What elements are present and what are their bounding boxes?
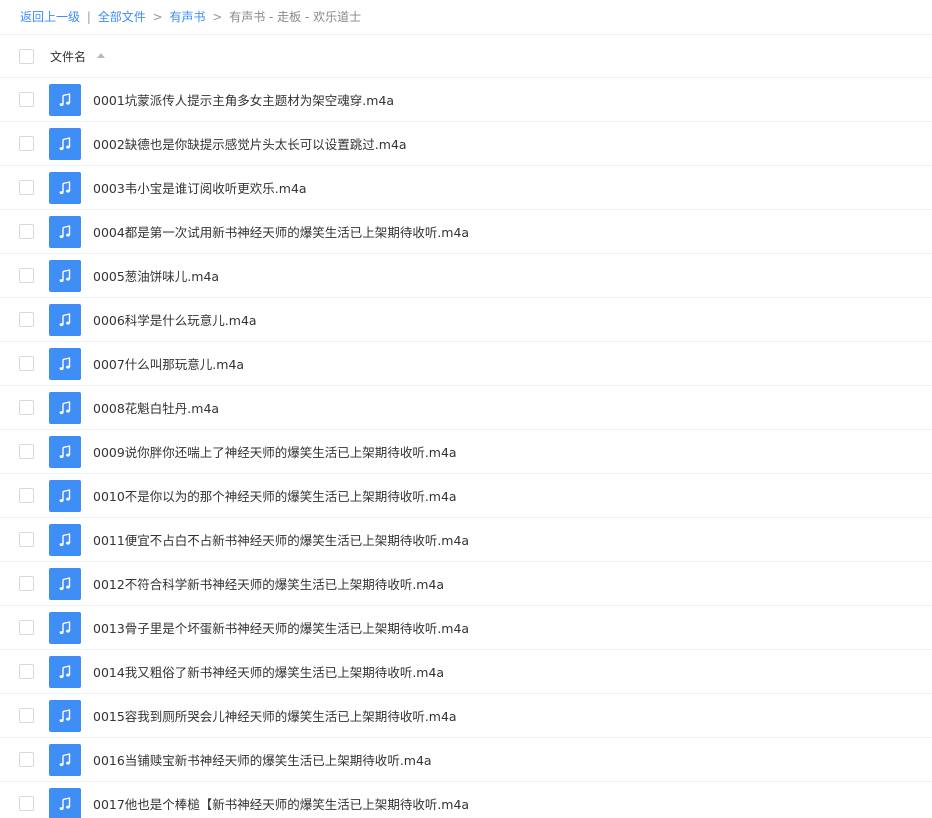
music-note-icon	[49, 655, 81, 688]
file-checkbox[interactable]	[19, 268, 34, 283]
music-note-icon	[49, 215, 81, 248]
file-checkbox[interactable]	[19, 576, 34, 591]
back-link[interactable]: 返回上一级	[20, 10, 80, 24]
file-row[interactable]: 0016当铺赎宝新书神经天师的爆笑生活已上架期待收听.m4a	[0, 738, 932, 782]
file-checkbox[interactable]	[19, 708, 34, 723]
file-name-link[interactable]: 0005葱油饼味儿.m4a	[93, 266, 219, 285]
music-note-icon	[49, 743, 81, 776]
music-note-icon	[49, 259, 81, 292]
file-row[interactable]: 0004都是第一次试用新书神经天师的爆笑生活已上架期待收听.m4a	[0, 210, 932, 254]
music-note-icon	[49, 347, 81, 380]
music-note-icon	[49, 611, 81, 644]
sort-ascending-icon[interactable]	[97, 52, 106, 58]
breadcrumb-current-folder: 有声书 - 走板 - 欢乐道士	[229, 10, 362, 24]
file-name-link[interactable]: 0006科学是什么玩意儿.m4a	[93, 310, 257, 329]
file-name-link[interactable]: 0007什么叫那玩意儿.m4a	[93, 354, 244, 373]
file-row[interactable]: 0015容我到厕所哭会儿神经天师的爆笑生活已上架期待收听.m4a	[0, 694, 932, 738]
file-row[interactable]: 0010不是你以为的那个神经天师的爆笑生活已上架期待收听.m4a	[0, 474, 932, 518]
file-checkbox[interactable]	[19, 180, 34, 195]
file-row[interactable]: 0007什么叫那玩意儿.m4a	[0, 342, 932, 386]
file-name-link[interactable]: 0016当铺赎宝新书神经天师的爆笑生活已上架期待收听.m4a	[93, 750, 432, 769]
filename-column-header[interactable]: 文件名	[50, 48, 86, 65]
file-name-link[interactable]: 0014我又粗俗了新书神经天师的爆笑生活已上架期待收听.m4a	[93, 662, 444, 681]
breadcrumb-arrow: >	[152, 10, 163, 24]
file-checkbox[interactable]	[19, 488, 34, 503]
music-note-icon	[49, 523, 81, 556]
file-row[interactable]: 0006科学是什么玩意儿.m4a	[0, 298, 932, 342]
file-row[interactable]: 0009说你胖你还喘上了神经天师的爆笑生活已上架期待收听.m4a	[0, 430, 932, 474]
breadcrumb-arrow: >	[212, 10, 223, 24]
file-checkbox[interactable]	[19, 664, 34, 679]
file-name-link[interactable]: 0003韦小宝是谁订阅收听更欢乐.m4a	[93, 178, 307, 197]
file-row[interactable]: 0011便宜不占白不占新书神经天师的爆笑生活已上架期待收听.m4a	[0, 518, 932, 562]
file-row[interactable]: 0013骨子里是个坏蛋新书神经天师的爆笑生活已上架期待收听.m4a	[0, 606, 932, 650]
file-checkbox[interactable]	[19, 620, 34, 635]
file-row[interactable]: 0014我又粗俗了新书神经天师的爆笑生活已上架期待收听.m4a	[0, 650, 932, 694]
file-row[interactable]: 0017他也是个棒槌【新书神经天师的爆笑生活已上架期待收听.m4a	[0, 782, 932, 818]
file-list-header: 文件名	[0, 34, 932, 78]
music-note-icon	[49, 127, 81, 160]
breadcrumb-audiobook-link[interactable]: 有声书	[169, 10, 205, 24]
file-name-link[interactable]: 0012不符合科学新书神经天师的爆笑生活已上架期待收听.m4a	[93, 574, 444, 593]
file-checkbox[interactable]	[19, 752, 34, 767]
file-name-link[interactable]: 0002缺德也是你缺提示感觉片头太长可以设置跳过.m4a	[93, 134, 407, 153]
music-note-icon	[49, 567, 81, 600]
file-checkbox[interactable]	[19, 796, 34, 811]
file-checkbox[interactable]	[19, 312, 34, 327]
select-all-checkbox[interactable]	[19, 48, 34, 64]
file-checkbox[interactable]	[19, 136, 34, 151]
all-files-link[interactable]: 全部文件	[98, 10, 146, 24]
file-row[interactable]: 0012不符合科学新书神经天师的爆笑生活已上架期待收听.m4a	[0, 562, 932, 606]
music-note-icon	[49, 479, 81, 512]
file-name-link[interactable]: 0015容我到厕所哭会儿神经天师的爆笑生活已上架期待收听.m4a	[93, 706, 457, 725]
file-checkbox[interactable]	[19, 444, 34, 459]
file-name-link[interactable]: 0001坑蒙派传人提示主角多女主题材为架空魂穿.m4a	[93, 90, 394, 109]
file-row[interactable]: 0001坑蒙派传人提示主角多女主题材为架空魂穿.m4a	[0, 78, 932, 122]
file-name-link[interactable]: 0008花魁白牡丹.m4a	[93, 398, 219, 417]
file-row[interactable]: 0002缺德也是你缺提示感觉片头太长可以设置跳过.m4a	[0, 122, 932, 166]
music-note-icon	[49, 435, 81, 468]
file-checkbox[interactable]	[19, 532, 34, 547]
music-note-icon	[49, 303, 81, 336]
music-note-icon	[49, 391, 81, 424]
music-note-icon	[49, 787, 81, 818]
file-row[interactable]: 0008花魁白牡丹.m4a	[0, 386, 932, 430]
file-list: 0001坑蒙派传人提示主角多女主题材为架空魂穿.m4a 0002缺德也是你缺提示…	[0, 78, 932, 818]
file-name-link[interactable]: 0009说你胖你还喘上了神经天师的爆笑生活已上架期待收听.m4a	[93, 442, 457, 461]
breadcrumb: 返回上一级 | 全部文件 > 有声书 > 有声书 - 走板 - 欢乐道士	[0, 0, 932, 34]
breadcrumb-divider: |	[86, 10, 91, 24]
file-checkbox[interactable]	[19, 400, 34, 415]
file-name-link[interactable]: 0017他也是个棒槌【新书神经天师的爆笑生活已上架期待收听.m4a	[93, 794, 469, 813]
file-checkbox[interactable]	[19, 356, 34, 371]
file-checkbox[interactable]	[19, 224, 34, 239]
music-note-icon	[49, 171, 81, 204]
file-browser: 返回上一级 | 全部文件 > 有声书 > 有声书 - 走板 - 欢乐道士 文件名…	[0, 0, 932, 818]
file-checkbox[interactable]	[19, 92, 34, 107]
file-row[interactable]: 0005葱油饼味儿.m4a	[0, 254, 932, 298]
music-note-icon	[49, 83, 81, 116]
file-name-link[interactable]: 0010不是你以为的那个神经天师的爆笑生活已上架期待收听.m4a	[93, 486, 457, 505]
file-name-link[interactable]: 0011便宜不占白不占新书神经天师的爆笑生活已上架期待收听.m4a	[93, 530, 469, 549]
music-note-icon	[49, 699, 81, 732]
file-name-link[interactable]: 0013骨子里是个坏蛋新书神经天师的爆笑生活已上架期待收听.m4a	[93, 618, 469, 637]
file-name-link[interactable]: 0004都是第一次试用新书神经天师的爆笑生活已上架期待收听.m4a	[93, 222, 469, 241]
file-row[interactable]: 0003韦小宝是谁订阅收听更欢乐.m4a	[0, 166, 932, 210]
